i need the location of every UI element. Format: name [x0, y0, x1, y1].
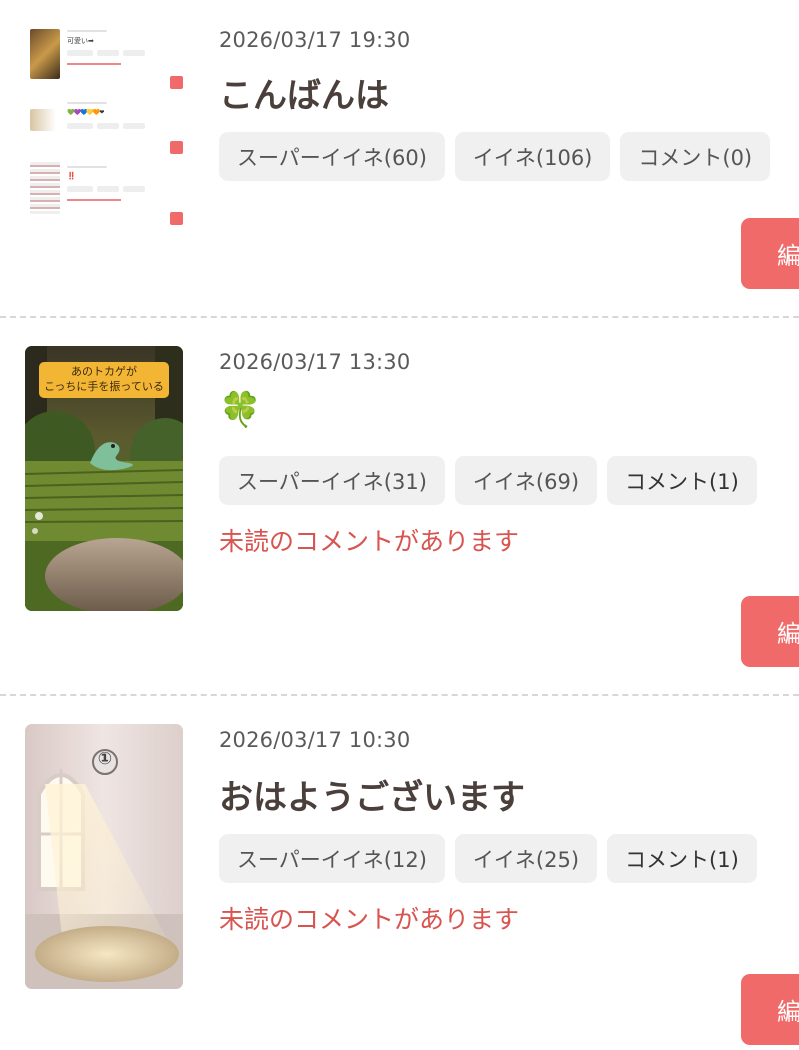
comment-count[interactable]: コメント(1)	[607, 456, 757, 505]
post-title: 🍀	[219, 390, 262, 430]
reaction-tags: スーパーイイネ(60) イイネ(106) コメント(0)	[219, 132, 771, 181]
edit-button[interactable]: 編	[741, 218, 799, 289]
edit-button[interactable]: 編	[741, 596, 799, 667]
super-like-count[interactable]: スーパーイイネ(60)	[219, 132, 445, 181]
comment-count[interactable]: コメント(0)	[620, 132, 771, 181]
post-date: 2026/03/17 19:30	[219, 28, 411, 52]
post-item[interactable]: ① 2026/03/17 10:30 おはようございます スーパーイイネ(12)…	[0, 696, 799, 1050]
reaction-tags: スーパーイイネ(31) イイネ(69) コメント(1)	[219, 456, 757, 505]
post-date: 2026/03/17 10:30	[219, 728, 411, 752]
like-count[interactable]: イイネ(106)	[454, 132, 611, 181]
post-title: こんばんは	[219, 76, 389, 116]
thumbnail-badge: ①	[97, 749, 113, 769]
thumbnail-caption: あのトカゲが こっちに手を振っている	[44, 365, 164, 393]
post-thumbnail[interactable]: ①	[25, 724, 183, 989]
post-date: 2026/03/17 13:30	[219, 350, 411, 374]
edit-button[interactable]: 編	[741, 974, 799, 1045]
unread-comment-notice[interactable]: 未読のコメントがあります	[219, 522, 519, 558]
mini-title: 💚💜💙💛🧡❤	[67, 109, 104, 116]
super-like-count[interactable]: スーパーイイネ(31)	[219, 456, 445, 505]
post-thumbnail[interactable]: 可愛い➡ 💚💜💙💛🧡❤ ‼️	[25, 20, 183, 232]
post-item[interactable]: 可愛い➡ 💚💜💙💛🧡❤ ‼️ 2026/03/17 19:30 こんばんは スー…	[0, 0, 799, 316]
post-title: おはようございます	[219, 778, 525, 818]
like-count[interactable]: イイネ(69)	[454, 456, 598, 505]
comment-count[interactable]: コメント(1)	[607, 834, 757, 883]
like-count[interactable]: イイネ(25)	[454, 834, 598, 883]
mini-title: ‼️	[67, 172, 76, 180]
super-like-count[interactable]: スーパーイイネ(12)	[219, 834, 445, 883]
reaction-tags: スーパーイイネ(12) イイネ(25) コメント(1)	[219, 834, 757, 883]
unread-comment-notice[interactable]: 未読のコメントがあります	[219, 900, 519, 936]
mini-title: 可愛い➡	[67, 37, 94, 45]
post-thumbnail[interactable]: あのトカゲが こっちに手を振っている	[25, 346, 183, 611]
post-item[interactable]: あのトカゲが こっちに手を振っている 2026/03/17 13:30 🍀 スー…	[0, 318, 799, 694]
